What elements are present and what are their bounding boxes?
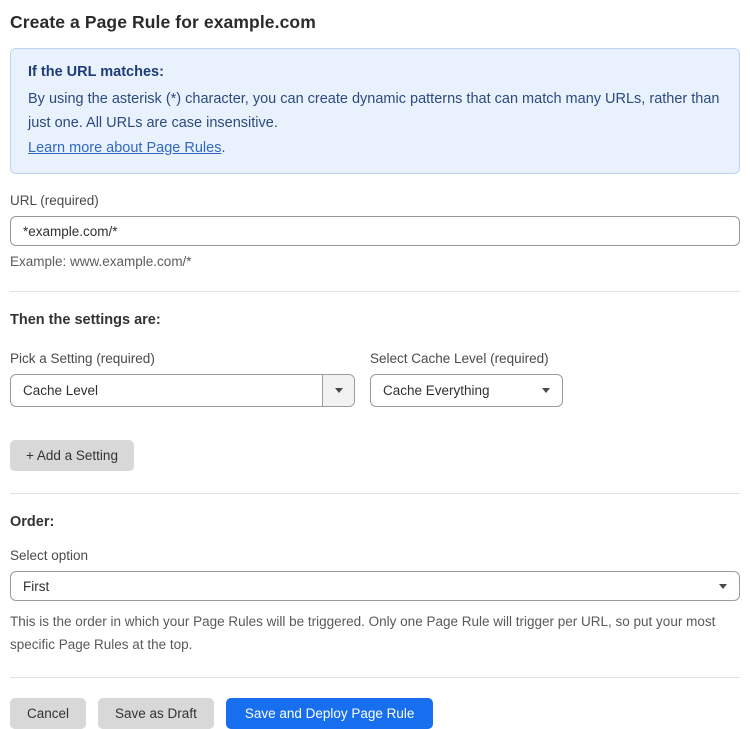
page-title: Create a Page Rule for example.com [10, 12, 316, 32]
cancel-button[interactable]: Cancel [10, 698, 87, 729]
setting-picker-group: Pick a Setting (required) Cache Level [10, 351, 355, 407]
settings-row: Pick a Setting (required) Cache Level Se… [10, 351, 740, 407]
order-section-heading: Order: [10, 514, 55, 530]
footer-actions: Cancel Save as Draft Save and Deploy Pag… [10, 698, 740, 729]
setting-picker-label: Pick a Setting (required) [10, 351, 155, 366]
save-deploy-button[interactable]: Save and Deploy Page Rule [225, 698, 434, 729]
link-suffix: . [221, 139, 226, 156]
dropdown-caret-icon [334, 388, 343, 393]
setting-picker-arrow-section[interactable] [322, 375, 354, 406]
setting-picker-value: Cache Level [23, 383, 99, 398]
footer-divider [10, 677, 740, 678]
setting-picker-select[interactable]: Cache Level [10, 374, 355, 407]
cache-level-group: Select Cache Level (required) Cache Ever… [370, 351, 563, 407]
url-field-label: URL (required) [10, 193, 99, 208]
dropdown-caret-icon [719, 583, 727, 589]
order-select-label: Select option [10, 548, 89, 563]
section-divider [10, 493, 740, 494]
cache-level-select[interactable]: Cache Everything [370, 374, 563, 407]
cache-level-value: Cache Everything [383, 383, 490, 398]
order-select[interactable]: First [10, 571, 740, 601]
order-help-text: This is the order in which your Page Rul… [10, 614, 716, 652]
url-match-info-box: If the URL matches: By using the asteris… [10, 48, 740, 174]
section-divider [10, 291, 740, 292]
info-box-heading: If the URL matches: [28, 64, 164, 80]
info-box-body: By using the asterisk (*) character, you… [28, 87, 722, 161]
add-setting-button[interactable]: + Add a Setting [10, 440, 134, 471]
dropdown-caret-icon [542, 388, 550, 393]
url-input[interactable] [10, 216, 740, 246]
order-select-value: First [23, 578, 50, 594]
save-draft-button[interactable]: Save as Draft [98, 698, 214, 729]
cache-level-label: Select Cache Level (required) [370, 351, 549, 366]
learn-more-link[interactable]: Learn more about Page Rules [28, 140, 221, 156]
settings-section-heading: Then the settings are: [10, 312, 161, 328]
url-example-text: Example: www.example.com/* [10, 254, 192, 269]
info-box-body-text: By using the asterisk (*) character, you… [28, 90, 720, 132]
